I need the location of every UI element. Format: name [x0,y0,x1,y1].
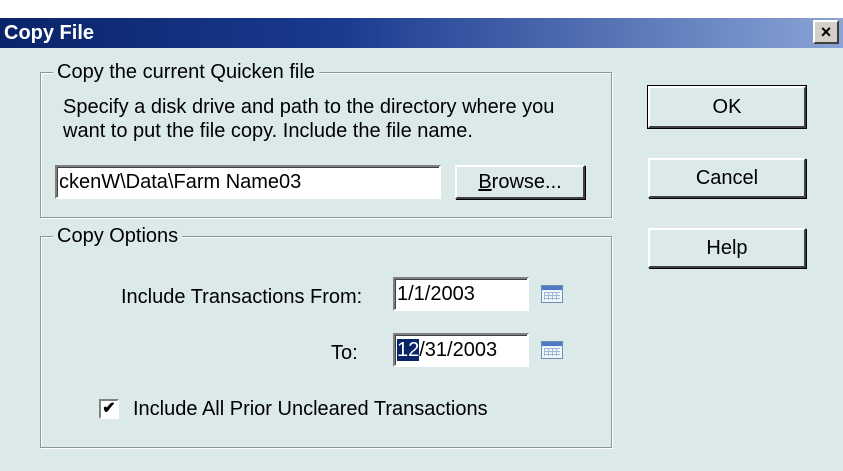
close-icon[interactable]: × [813,20,839,44]
instructions-line-2: want to put the file copy. Include the f… [63,120,473,142]
title-bar: Copy File × [0,18,843,48]
instructions-line-1: Specify a disk drive and path to the dir… [63,96,555,118]
dialog-title: Copy File [4,22,95,44]
to-date-input[interactable]: 12/31/2003 [393,333,529,367]
checkmark-icon: ✔ [102,400,116,417]
file-path-input[interactable]: ckenW\Data\Farm Name03 [55,165,441,199]
include-uncleared-checkbox[interactable]: ✔ [99,399,119,419]
ok-button[interactable]: OK [647,85,807,129]
browse-mnemonic: B [478,171,492,193]
calendar-icon[interactable] [541,285,563,303]
browse-button[interactable]: Browse... [455,165,585,199]
from-label: Include Transactions From: [121,286,363,308]
include-uncleared-label[interactable]: Include All Prior Uncleared Transactions [133,397,488,421]
cancel-button[interactable]: Cancel [648,158,806,198]
options-group-legend: Copy Options [53,225,183,247]
from-date-input[interactable]: 1/1/2003 [393,277,529,311]
copy-group-legend: Copy the current Quicken file [53,61,319,83]
to-date-selection: 12 [397,339,420,361]
copy-file-group: Copy the current Quicken file Specify a … [40,61,612,218]
help-button[interactable]: Help [648,228,806,268]
to-date-rest: /31/2003 [419,339,498,361]
to-label: To: [331,342,358,364]
browse-label: rowse... [491,171,562,193]
calendar-icon[interactable] [541,341,563,359]
copy-options-group: Copy Options Include Transactions From: … [40,225,612,448]
dialog-body: Copy the current Quicken file Specify a … [0,48,843,471]
